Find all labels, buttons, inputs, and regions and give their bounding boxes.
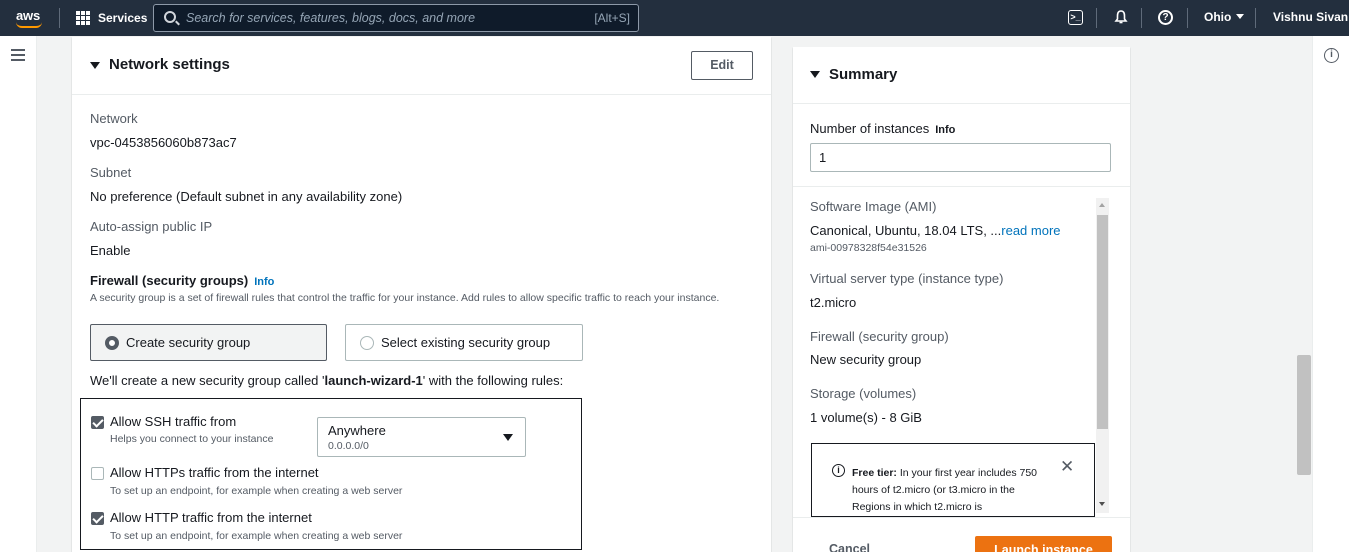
collapse-triangle-icon[interactable] — [810, 71, 820, 78]
help-icon[interactable]: ? — [1158, 10, 1173, 25]
select-existing-security-group-radio[interactable] — [360, 336, 374, 350]
free-tier-alert: i Free tier: In your first year includes… — [811, 443, 1095, 517]
free-tier-heading: Free tier: — [852, 467, 897, 479]
nav-divider — [1187, 8, 1188, 28]
ssh-source-value: Anywhere — [328, 423, 386, 438]
ssh-source-cidr: 0.0.0.0/0 — [328, 440, 369, 452]
storage-label: Storage (volumes) — [810, 386, 917, 401]
aws-logo-text: aws — [16, 8, 40, 23]
search-input[interactable]: Search for services, features, blogs, do… — [153, 4, 639, 32]
top-navigation-bar: aws Services Search for services, featur… — [0, 0, 1349, 36]
scroll-down-arrow-icon[interactable] — [1099, 502, 1105, 506]
network-settings-header[interactable]: Network settings Edit — [72, 37, 771, 95]
security-group-name: launch-wizard-1 — [324, 373, 423, 388]
nav-divider — [1255, 8, 1256, 28]
public-ip-value: Enable — [90, 243, 131, 258]
collapse-triangle-icon[interactable] — [90, 62, 100, 69]
instances-label: Number of instances — [810, 121, 930, 136]
create-security-group-radio[interactable] — [105, 336, 119, 350]
services-menu-button[interactable]: Services — [76, 9, 147, 27]
page-scrollbar-thumb[interactable] — [1297, 355, 1311, 475]
edit-button[interactable]: Edit — [691, 51, 753, 80]
number-of-instances-input[interactable]: 1 — [810, 143, 1111, 172]
left-side-rail — [0, 36, 37, 552]
summary-scrollbar-thumb[interactable] — [1097, 215, 1108, 429]
caret-down-icon — [1236, 14, 1245, 19]
cancel-button[interactable]: Cancel — [829, 542, 870, 552]
aws-logo-smile — [16, 22, 42, 28]
cloudshell-icon[interactable]: >_ — [1068, 10, 1083, 25]
security-group-note: We'll create a new security group called… — [90, 373, 564, 388]
allow-http-hint: To set up an endpoint, for example when … — [110, 530, 403, 542]
allow-ssh-hint: Helps you connect to your instance — [110, 433, 274, 445]
firewall-description: A security group is a set of firewall ru… — [90, 292, 720, 304]
select-existing-security-group-label: Select existing security group — [381, 335, 551, 350]
grid-icon — [76, 11, 90, 25]
region-selector[interactable]: Ohio — [1204, 10, 1245, 24]
services-label: Services — [98, 11, 148, 25]
ami-label: Software Image (AMI) — [810, 199, 937, 214]
summary-panel: Summary Number of instances Info 1 Softwa… — [793, 47, 1130, 552]
security-group-rules-box: Allow SSH traffic from Helps you connect… — [80, 398, 582, 550]
right-side-rail: i — [1312, 36, 1349, 552]
subnet-value: No preference (Default subnet in any ava… — [90, 189, 403, 204]
allow-http-label: Allow HTTP traffic from the internet — [110, 510, 312, 525]
allow-ssh-checkbox[interactable] — [91, 416, 104, 429]
allow-https-hint: To set up an endpoint, for example when … — [110, 485, 403, 497]
instance-type-label: Virtual server type (instance type) — [810, 271, 1004, 286]
search-placeholder: Search for services, features, blogs, do… — [186, 11, 476, 25]
search-icon — [164, 11, 176, 23]
select-existing-security-group-option[interactable]: Select existing security group — [345, 324, 583, 361]
instance-type-value: t2.micro — [810, 295, 857, 310]
close-icon[interactable]: ✕ — [1060, 458, 1074, 476]
storage-value: 1 volume(s) - 8 GiB — [810, 410, 922, 425]
user-menu[interactable]: Vishnu Sivan — [1273, 10, 1348, 24]
hamburger-menu-icon[interactable] — [11, 49, 25, 61]
summary-title: Summary — [829, 66, 898, 83]
nav-divider — [1141, 8, 1142, 28]
scroll-up-arrow-icon[interactable] — [1099, 203, 1105, 207]
firewall-heading: Firewall (security groups) Info — [90, 273, 274, 288]
firewall-summary-value: New security group — [810, 352, 922, 367]
summary-divider — [793, 186, 1130, 187]
summary-footer: Cancel Launch instance — [793, 517, 1130, 552]
firewall-summary-label: Firewall (security group) — [810, 329, 949, 344]
network-value: vpc-0453856060b873ac7 — [90, 135, 237, 150]
free-tier-text: Free tier: In your first year includes 7… — [852, 467, 1038, 513]
read-more-link[interactable]: read more — [1001, 223, 1060, 238]
search-shortcut: [Alt+S] — [594, 11, 630, 25]
aws-logo[interactable]: aws — [14, 6, 46, 30]
user-name: Vishnu Sivan — [1273, 10, 1349, 24]
allow-http-checkbox[interactable] — [91, 512, 104, 525]
ssh-source-select[interactable]: Anywhere 0.0.0.0/0 — [317, 417, 526, 457]
create-security-group-option[interactable]: Create security group — [90, 324, 327, 361]
public-ip-label: Auto-assign public IP — [90, 219, 213, 234]
summary-header[interactable]: Summary — [793, 47, 1130, 104]
create-security-group-label: Create security group — [126, 335, 251, 350]
firewall-label: Firewall (security groups) — [90, 273, 249, 288]
instances-heading: Number of instances Info — [810, 121, 955, 136]
firewall-info-link[interactable]: Info — [254, 276, 274, 288]
info-circle-icon: i — [832, 464, 845, 477]
nav-divider — [1096, 8, 1097, 28]
bell-icon[interactable] — [1112, 9, 1130, 27]
network-label: Network — [90, 111, 138, 126]
nav-divider — [59, 8, 60, 28]
ami-id: ami-00978328f54e31526 — [810, 242, 927, 254]
network-settings-panel: Network settings Edit Network vpc-045385… — [72, 37, 771, 552]
instances-info-link[interactable]: Info — [935, 124, 955, 136]
dropdown-caret-icon — [503, 434, 513, 441]
region-label: Ohio — [1204, 10, 1232, 24]
allow-ssh-label: Allow SSH traffic from — [110, 414, 237, 429]
info-panel-icon[interactable]: i — [1324, 48, 1339, 63]
ami-value: Canonical, Ubuntu, 18.04 LTS, ... — [810, 223, 1002, 238]
allow-https-checkbox[interactable] — [91, 467, 104, 480]
network-settings-title: Network settings — [109, 56, 230, 73]
launch-instance-button[interactable]: Launch instance — [975, 536, 1112, 552]
allow-https-label: Allow HTTPs traffic from the internet — [110, 465, 319, 480]
subnet-label: Subnet — [90, 165, 132, 180]
ami-value-line: Canonical, Ubuntu, 18.04 LTS, ...read mo… — [810, 223, 1061, 238]
